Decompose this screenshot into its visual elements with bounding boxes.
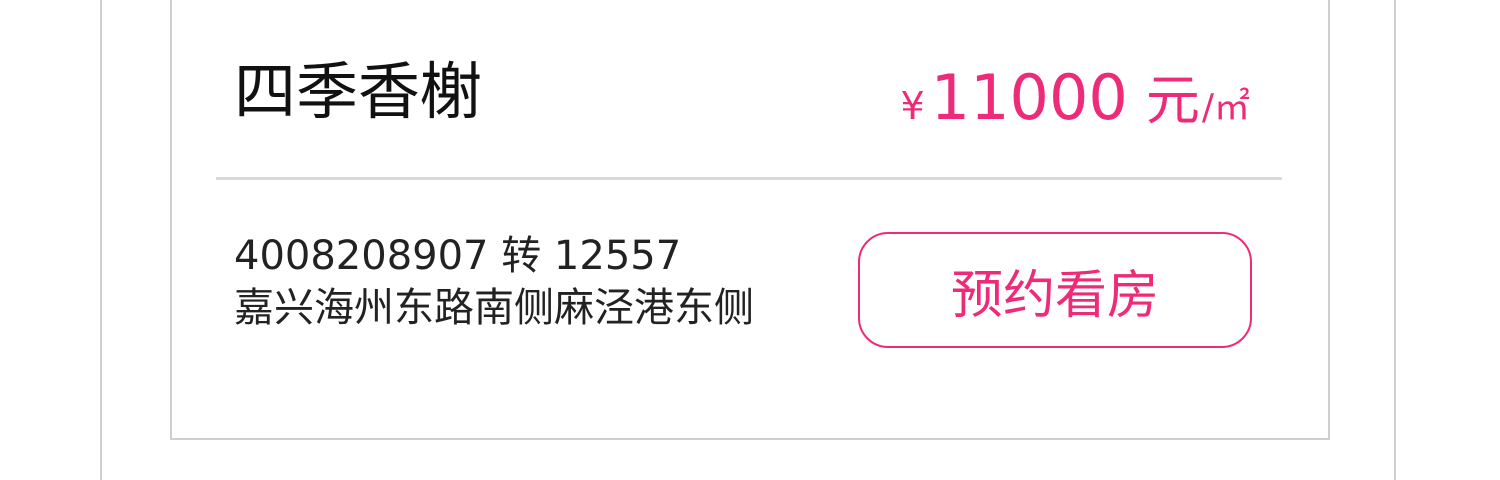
price-unit: 元 <box>1145 69 1200 132</box>
currency-symbol: ¥ <box>900 84 925 128</box>
price: ¥ 11000 元 /㎡ <box>900 56 1250 134</box>
book-viewing-button[interactable]: 预约看房 <box>858 232 1252 348</box>
contact-info: 4008208907 转 12557 嘉兴海州东路南侧麻泾港东侧 <box>234 230 754 334</box>
phone-number: 4008208907 转 12557 <box>234 233 682 279</box>
screen: 四季香榭 ¥ 11000 元 /㎡ 4008208907 转 12557 嘉兴海… <box>0 0 1500 480</box>
address: 嘉兴海州东路南侧麻泾港东侧 <box>234 285 754 331</box>
price-unit-area: /㎡ <box>1201 87 1250 128</box>
property-name: 四季香榭 <box>234 55 483 128</box>
divider <box>216 177 1282 180</box>
listing-card: 四季香榭 ¥ 11000 元 /㎡ 4008208907 转 12557 嘉兴海… <box>170 0 1330 440</box>
price-amount: 11000 <box>930 61 1128 134</box>
